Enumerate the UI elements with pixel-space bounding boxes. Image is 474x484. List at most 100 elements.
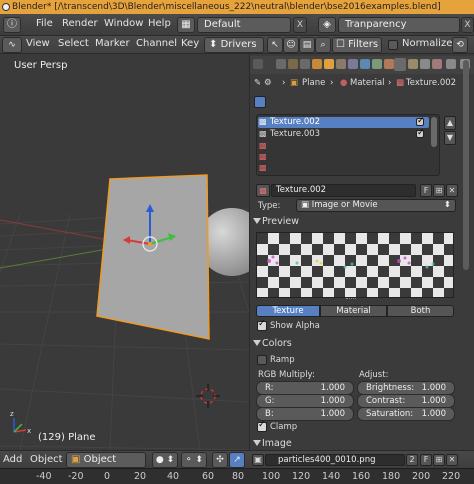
object-mode-icon: ▣ xyxy=(71,454,84,465)
clamp-checkbox[interactable] xyxy=(257,420,267,432)
filters-button[interactable]: ☐ Filters xyxy=(332,37,382,53)
menu-add[interactable]: Add xyxy=(3,454,22,465)
3d-cursor[interactable] xyxy=(196,384,220,408)
type-dropdown-label: Image or Movie xyxy=(311,200,378,210)
texture-slot-enable-checkbox[interactable] xyxy=(416,116,425,126)
unlink-image-icon[interactable]: ✕ xyxy=(446,454,458,466)
contrast-field[interactable]: Contrast: 1.000 xyxy=(357,394,455,408)
timeline-tick: 220 xyxy=(442,471,461,482)
editor-type-graph-icon[interactable]: ∿ xyxy=(2,37,22,53)
blender-logo-icon xyxy=(2,3,10,11)
image-browse-icon[interactable]: ▣ xyxy=(252,454,264,466)
texture-name-field[interactable]: Texture.002 xyxy=(271,184,416,197)
slot-list-scrollbar[interactable] xyxy=(431,117,437,147)
preview-resize-handle[interactable] xyxy=(346,298,356,301)
menu-marker[interactable]: Marker xyxy=(95,38,130,49)
texture-slot-name[interactable]: Texture.003 xyxy=(270,129,320,139)
texture-context-icon[interactable] xyxy=(254,96,266,108)
empty-slot-icon[interactable]: ▩ xyxy=(259,152,267,161)
new-texture-icon[interactable]: ⊞ xyxy=(433,184,445,197)
image-file-field[interactable]: particles400_0010.png xyxy=(265,454,405,466)
window-title-bar: Blender* [/\transcend\3D\Blender\miscell… xyxy=(0,0,474,14)
menu-select[interactable]: Select xyxy=(58,38,89,49)
saturation-field[interactable]: Saturation: 1.000 xyxy=(357,407,455,421)
brightness-field[interactable]: Brightness: 1.000 xyxy=(357,381,455,395)
unlink-texture-icon[interactable]: ✕ xyxy=(446,184,458,197)
svg-text:z: z xyxy=(10,410,14,418)
rgb-multiply-label: RGB Multiply: xyxy=(258,370,315,380)
type-dropdown[interactable]: ▣ Image or Movie ⬍ xyxy=(296,199,456,212)
timeline-ruler[interactable]: -40 -20 0 20 40 60 80 100 120 140 160 18… xyxy=(0,468,474,484)
menu-view[interactable]: View xyxy=(26,38,50,49)
scene-icon[interactable]: ◈ xyxy=(318,17,336,33)
manipulator-icon[interactable]: ✣ xyxy=(212,452,228,468)
ramp-checkbox[interactable] xyxy=(257,355,267,365)
menu-key[interactable]: Key xyxy=(181,38,199,49)
preview-tab-material[interactable]: Material xyxy=(320,305,387,317)
plane-object[interactable] xyxy=(96,174,210,340)
only-selected-icon[interactable]: ↖ xyxy=(267,37,283,53)
scene-close-button[interactable]: X xyxy=(461,17,474,33)
breadcrumb: ✎ ⚙ › ▣ Plane › ● Material › ▩ Texture.0… xyxy=(254,76,472,90)
3d-viewport[interactable]: z x User Persp (129) Plane xyxy=(0,54,249,450)
translate-manipulator-icon[interactable]: ↗ xyxy=(229,452,245,468)
pin-icon[interactable]: ✎ xyxy=(254,76,261,90)
green-label: G: xyxy=(265,396,275,406)
menu-file[interactable]: File xyxy=(36,18,53,29)
show-alpha-label: Show Alpha xyxy=(270,321,320,331)
properties-scrollbar[interactable] xyxy=(463,60,469,270)
timeline-tick: 20 xyxy=(134,471,147,482)
image-users-count[interactable]: 2 xyxy=(406,454,418,466)
new-image-icon[interactable]: ⊞ xyxy=(433,454,445,466)
normalize-checkbox[interactable] xyxy=(388,40,398,50)
image-panel-header[interactable]: Image xyxy=(250,437,292,451)
breadcrumb-separator-icon: › xyxy=(330,78,334,88)
show-alpha-checkbox[interactable] xyxy=(257,319,267,331)
texture-slot-name[interactable]: Texture.002 xyxy=(270,117,320,127)
red-value: 1.000 xyxy=(320,383,345,393)
screen-layout-icon[interactable]: ▦ xyxy=(177,17,195,33)
image-fake-user-button[interactable]: F xyxy=(420,454,432,466)
mode-dropdown[interactable]: ⬍ Drivers xyxy=(204,37,264,53)
clamp-label: Clamp xyxy=(270,422,298,432)
context-tab-icons[interactable] xyxy=(250,56,474,74)
search-icon[interactable]: ⌕ xyxy=(315,37,331,53)
green-multiply-field[interactable]: G: 1.000 xyxy=(256,394,354,408)
preview-tab-both[interactable]: Both xyxy=(387,305,454,317)
fake-user-button[interactable]: F xyxy=(420,184,432,197)
texture-slot-enable-checkbox[interactable] xyxy=(416,128,425,138)
move-slot-down-icon[interactable]: ▼ xyxy=(444,131,456,145)
preview-tab-texture[interactable]: Texture xyxy=(256,305,320,317)
move-slot-up-icon[interactable]: ▲ xyxy=(444,116,456,130)
filter-icon[interactable]: ▤ xyxy=(299,37,315,53)
colors-panel-header[interactable]: Colors xyxy=(250,337,292,351)
screen-layout-field[interactable]: Default xyxy=(197,17,291,33)
svg-text:x: x xyxy=(27,427,31,435)
red-multiply-field[interactable]: R: 1.000 xyxy=(256,381,354,395)
object-mode-dropdown[interactable]: ▣ Object Mode xyxy=(66,452,146,479)
empty-slot-icon[interactable]: ▩ xyxy=(259,163,267,172)
red-label: R: xyxy=(265,383,274,393)
pivot-point-icon[interactable]: ⚬ ⬍ xyxy=(181,452,207,468)
texture-slot-list: ▩ Texture.002 ▩ Texture.003 ▩ ▩ ▩ xyxy=(256,114,440,176)
menu-object[interactable]: Object xyxy=(30,454,63,465)
menu-render[interactable]: Render xyxy=(62,18,98,29)
preview-panel-header[interactable]: Preview xyxy=(250,215,299,229)
texture-browse-icon[interactable]: ▩ xyxy=(256,184,270,197)
ghost-icon[interactable]: ☺ xyxy=(283,37,299,53)
blue-multiply-field[interactable]: B: 1.000 xyxy=(256,407,354,421)
menu-channel[interactable]: Channel xyxy=(136,38,177,49)
scene-field[interactable]: Tranparency xyxy=(338,17,460,33)
screen-layout-close-button[interactable]: X xyxy=(293,17,307,33)
texture-preview-image xyxy=(256,232,454,298)
contrast-value: 1.000 xyxy=(421,396,446,406)
menu-help[interactable]: Help xyxy=(148,18,171,29)
auto-snap-icon[interactable]: ⟲ xyxy=(452,37,468,53)
viewport-shading-icon[interactable]: ● ⬍ xyxy=(152,452,178,468)
empty-slot-icon[interactable]: ▩ xyxy=(259,141,267,150)
ramp-label: Ramp xyxy=(270,355,295,365)
menu-window[interactable]: Window xyxy=(104,18,143,29)
editor-type-info-icon[interactable]: ⓘ xyxy=(3,17,21,33)
timeline-tick: 200 xyxy=(412,471,431,482)
breadcrumb-object: Plane xyxy=(302,78,326,88)
